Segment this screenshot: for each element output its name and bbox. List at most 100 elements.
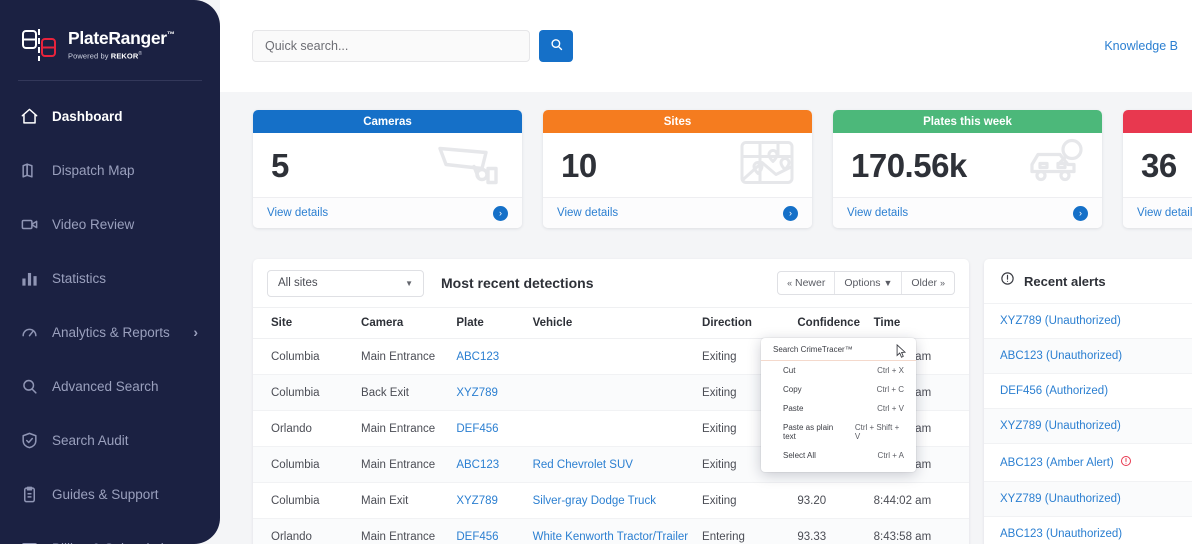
brand-tagline-pre: Powered by [68, 51, 111, 60]
cell-vehicle-link[interactable]: White Kenworth Tractor/Trailer [533, 531, 689, 543]
context-menu-item-copy[interactable]: Copy Ctrl + C [761, 380, 916, 399]
credit-card-icon [18, 537, 40, 544]
column-header-site[interactable]: Site [253, 308, 361, 339]
sidebar-item-dashboard[interactable]: Dashboard [0, 89, 220, 143]
column-header-vehicle[interactable]: Vehicle [533, 308, 702, 339]
column-header-direction[interactable]: Direction [702, 308, 797, 339]
context-menu-label: Paste [783, 404, 803, 413]
stat-card-cameras[interactable]: Cameras 5 View details › [253, 110, 522, 228]
list-item[interactable]: XYZ789 (Unauthorized) [984, 408, 1192, 443]
sidebar-item-search-audit[interactable]: Search Audit [0, 413, 220, 467]
list-item[interactable]: ABC123 (Unauthorized) [984, 338, 1192, 373]
cell-plate-link[interactable]: DEF456 [456, 531, 498, 543]
amber-alert-badge-icon [1120, 455, 1132, 470]
plateranger-logo-icon [18, 23, 62, 67]
pager-older-button[interactable]: Older » [902, 272, 954, 294]
cell-plate-link[interactable]: ABC123 [456, 459, 499, 471]
cell-plate-link[interactable]: ABC123 [456, 351, 499, 363]
view-details-link[interactable]: View details [557, 207, 618, 219]
chevron-right-icon[interactable]: › [1073, 206, 1088, 221]
alerts-header: Recent alerts [984, 259, 1192, 303]
sidebar-item-guides-support[interactable]: Guides & Support [0, 467, 220, 521]
cell-confidence: 93.33 [797, 519, 873, 544]
sidebar-item-video-review[interactable]: Video Review [0, 197, 220, 251]
brand-trademark: ™ [167, 30, 175, 39]
view-details-link[interactable]: View details [847, 207, 908, 219]
context-menu-shortcut: Ctrl + Shift + V [845, 423, 904, 441]
view-details-link[interactable]: View details [1137, 207, 1192, 219]
cell-plate-link[interactable]: XYZ789 [456, 387, 498, 399]
brand-logo[interactable]: PlateRanger™ Powered by REKOR® [0, 0, 220, 66]
list-item[interactable]: DEF456 (Authorized) [984, 373, 1192, 408]
view-details-link[interactable]: View details [267, 207, 328, 219]
list-item[interactable]: XYZ789 (Unauthorized) [984, 303, 1192, 338]
cell-camera: Back Exit [361, 375, 456, 411]
column-header-time[interactable]: Time [874, 308, 969, 339]
lower-section: All sites ▼ Most recent detections « New… [220, 242, 1192, 544]
cell-site: Columbia [253, 375, 361, 411]
table-header-row: Site Camera Plate Vehicle Direction Conf… [253, 308, 969, 339]
list-item[interactable]: ABC123 (Amber Alert) [984, 443, 1192, 481]
list-item[interactable]: XYZ789 (Unauthorized) [984, 481, 1192, 516]
context-menu[interactable]: Search CrimeTracer™ Cut Ctrl + X Copy Ct… [761, 338, 916, 472]
alerts-title: Recent alerts [1024, 274, 1106, 289]
context-menu-item-paste-as-plain-text[interactable]: Paste as plain text Ctrl + Shift + V [761, 418, 916, 446]
cell-time: 8:43:58 am [874, 519, 969, 544]
chevron-right-icon[interactable]: › [493, 206, 508, 221]
cell-site: Columbia [253, 483, 361, 519]
cell-vehicle-link[interactable]: Silver-gray Dodge Truck [533, 495, 656, 507]
column-header-camera[interactable]: Camera [361, 308, 456, 339]
context-menu-item-search-crimetracer[interactable]: Search CrimeTracer™ [761, 338, 916, 361]
cell-vehicle-link[interactable]: Red Chevrolet SUV [533, 459, 633, 471]
stat-card-header [1123, 110, 1192, 133]
sidebar-item-label: Dispatch Map [52, 163, 135, 178]
table-row[interactable]: Columbia Main Exit XYZ789 Silver-gray Do… [253, 483, 969, 519]
knowledge-base-link[interactable]: Knowledge B [1104, 39, 1178, 53]
alert-label: ABC123 (Unauthorized) [1000, 350, 1122, 362]
search-button[interactable] [539, 30, 573, 62]
sidebar: PlateRanger™ Powered by REKOR® Dashboard… [0, 0, 220, 544]
table-row[interactable]: Orlando Main Entrance DEF456 White Kenwo… [253, 519, 969, 544]
context-menu-label: Copy [783, 385, 802, 394]
double-chevron-left-icon: « [787, 278, 792, 288]
context-menu-shortcut: Ctrl + A [868, 451, 904, 460]
stat-card-plates-this-week[interactable]: Plates this week 170.56k [833, 110, 1102, 228]
sidebar-item-analytics-reports[interactable]: Analytics & Reports › [0, 305, 220, 359]
context-menu-label: Paste as plain text [783, 423, 845, 441]
main-content: Knowledge B Cameras 5 [220, 0, 1192, 544]
column-header-confidence[interactable]: Confidence [797, 308, 873, 339]
context-menu-header-label: Search CrimeTracer™ [773, 345, 853, 354]
chevron-right-icon[interactable]: › [783, 206, 798, 221]
stat-card-footer: View details › [833, 197, 1102, 228]
sidebar-item-advanced-search[interactable]: Advanced Search [0, 359, 220, 413]
sidebar-item-label: Advanced Search [52, 379, 159, 394]
search-input[interactable] [252, 30, 530, 62]
site-filter-select[interactable]: All sites ▼ [267, 270, 424, 297]
sidebar-item-dispatch-map[interactable]: Dispatch Map [0, 143, 220, 197]
sidebar-item-label: Guides & Support [52, 487, 159, 502]
alert-label: XYZ789 (Unauthorized) [1000, 315, 1121, 327]
cell-camera: Main Entrance [361, 447, 456, 483]
context-menu-item-cut[interactable]: Cut Ctrl + X [761, 361, 916, 380]
cell-confidence: 93.20 [797, 483, 873, 519]
stat-card-sites[interactable]: Sites 10 [543, 110, 812, 228]
sidebar-item-statistics[interactable]: Statistics [0, 251, 220, 305]
column-header-plate[interactable]: Plate [456, 308, 532, 339]
sidebar-item-billing-subscriptions[interactable]: Billing & Subscriptions [0, 521, 220, 544]
cell-camera: Main Exit [361, 483, 456, 519]
stat-card-alerts[interactable]: 36 View details › [1123, 110, 1192, 228]
stat-card-body: 36 [1123, 133, 1192, 197]
sidebar-item-label: Video Review [52, 217, 134, 232]
list-item[interactable]: ABC123 (Unauthorized) [984, 516, 1192, 544]
context-menu-shortcut: Ctrl + X [867, 366, 904, 375]
context-menu-item-select-all[interactable]: Select All Ctrl + A [761, 446, 916, 465]
cell-plate-link[interactable]: XYZ789 [456, 495, 498, 507]
detections-table-head: Site Camera Plate Vehicle Direction Conf… [253, 308, 969, 339]
pager-options-button[interactable]: Options ▼ [835, 272, 902, 294]
stat-card-header: Sites [543, 110, 812, 133]
context-menu-item-paste[interactable]: Paste Ctrl + V [761, 399, 916, 418]
chevron-right-icon[interactable]: › [193, 324, 198, 340]
cell-plate-link[interactable]: DEF456 [456, 423, 498, 435]
cctv-camera-icon [432, 139, 508, 192]
pager-newer-button[interactable]: « Newer [778, 272, 835, 294]
